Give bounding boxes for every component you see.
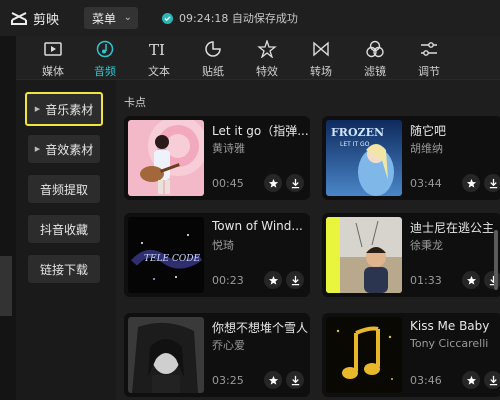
tab-media[interactable]: 媒体	[28, 36, 78, 80]
track-artist: 悦琦	[212, 239, 234, 252]
track-card[interactable]: 你想不想堆个雪人 乔心爱 03:25	[124, 313, 310, 397]
check-icon	[162, 12, 173, 24]
track-cover	[128, 120, 204, 196]
tab-adjust[interactable]: 调节	[404, 36, 454, 80]
track-duration: 03:44	[410, 177, 442, 190]
favorite-star-icon[interactable]	[462, 271, 480, 289]
track-duration: 00:23	[212, 274, 244, 287]
capcut-logo-icon	[11, 12, 27, 25]
menu-button[interactable]: 菜单 ⌄	[84, 7, 138, 29]
effects-icon	[257, 40, 277, 58]
download-icon[interactable]	[286, 371, 304, 389]
autosave-status: 09:24:18 自动保存成功	[162, 10, 298, 26]
download-icon[interactable]	[484, 174, 500, 192]
title-bar: 剪映 菜单 ⌄ 09:24:18 自动保存成功	[0, 0, 500, 36]
track-cover	[326, 217, 402, 293]
nav-link-download[interactable]: 链接下载	[28, 255, 100, 283]
track-cover	[326, 317, 402, 393]
favorite-star-icon[interactable]	[264, 271, 282, 289]
svg-text:TI: TI	[149, 41, 165, 58]
favorite-star-icon[interactable]	[264, 371, 282, 389]
nav-douyin-favorites[interactable]: 抖音收藏	[28, 215, 100, 243]
category-tabs: 媒体 音频 TI 文本 贴纸 特效 转场 滤镜 调节	[16, 36, 500, 80]
filter-icon	[366, 40, 384, 58]
track-duration: 00:45	[212, 177, 244, 190]
tab-transition[interactable]: 转场	[296, 36, 346, 80]
audio-icon	[96, 40, 114, 58]
track-cover: FROZEN LET IT GO	[326, 120, 402, 196]
track-artist: 徐秉龙	[410, 239, 443, 252]
track-card[interactable]: 迪士尼在逃公主 徐秉龙 01:33	[322, 213, 500, 297]
track-card[interactable]: TELE CODE Town of Wind... 悦琦 00:23	[124, 213, 310, 297]
download-icon[interactable]	[286, 271, 304, 289]
let-it-go-text: LET IT GO	[340, 141, 370, 148]
adjust-icon	[421, 42, 437, 56]
autosave-text: 09:24:18 自动保存成功	[179, 12, 298, 25]
nav-sound-effects[interactable]: ▶ 音效素材	[28, 135, 100, 163]
sticker-icon	[205, 41, 221, 57]
nav-music-library[interactable]: ▶ 音乐素材	[25, 92, 103, 126]
left-edge	[0, 36, 12, 400]
tab-text[interactable]: TI 文本	[134, 36, 184, 80]
track-artist: 胡维纳	[410, 142, 443, 155]
nav-audio-extract[interactable]: 音频提取	[28, 175, 100, 203]
track-title: 随它吧	[410, 124, 447, 138]
app-name: 剪映	[33, 13, 60, 28]
cover-text: TELE CODE	[144, 254, 200, 264]
chevron-down-icon: ⌄	[123, 12, 132, 23]
track-title: Town of Wind...	[212, 219, 303, 233]
tab-filter[interactable]: 滤镜	[350, 36, 400, 80]
track-title: Let it go（指弹...	[212, 124, 308, 138]
frozen-logo-text: FROZEN	[331, 126, 384, 139]
download-icon[interactable]	[484, 371, 500, 389]
transition-icon	[313, 41, 329, 57]
track-cover: TELE CODE	[128, 217, 204, 293]
menu-label: 菜单	[92, 11, 117, 26]
track-artist: Tony Ciccarelli	[410, 337, 489, 350]
track-title: Kiss Me Baby	[410, 319, 490, 333]
caret-right-icon: ▶	[34, 105, 41, 113]
tab-sticker[interactable]: 贴纸	[188, 36, 238, 80]
download-icon[interactable]	[286, 174, 304, 192]
text-icon: TI	[149, 41, 165, 58]
favorite-star-icon[interactable]	[462, 174, 480, 192]
media-icon	[44, 42, 62, 56]
section-title: 卡点	[124, 96, 146, 109]
track-title: 迪士尼在逃公主	[410, 221, 495, 235]
track-duration: 03:46	[410, 374, 442, 387]
favorite-star-icon[interactable]	[462, 371, 480, 389]
track-artist: 乔心爱	[212, 339, 245, 352]
tab-effects[interactable]: 特效	[242, 36, 292, 80]
track-card[interactable]: Let it go（指弹... 黄诗雅 00:45	[124, 116, 310, 200]
favorite-star-icon[interactable]	[264, 174, 282, 192]
track-card[interactable]: FROZEN LET IT GO 随它吧 胡维纳 03:44	[322, 116, 500, 200]
caret-right-icon: ▶	[34, 145, 41, 153]
track-title: 你想不想堆个雪人	[212, 321, 308, 335]
track-card[interactable]: Kiss Me Baby Tony Ciccarelli 03:46	[322, 313, 500, 397]
tab-audio[interactable]: 音频	[80, 36, 130, 80]
track-cover	[128, 317, 204, 393]
track-duration: 03:25	[212, 374, 244, 387]
track-artist: 黄诗雅	[212, 142, 245, 155]
scrollbar[interactable]	[494, 230, 498, 290]
track-duration: 01:33	[410, 274, 442, 287]
